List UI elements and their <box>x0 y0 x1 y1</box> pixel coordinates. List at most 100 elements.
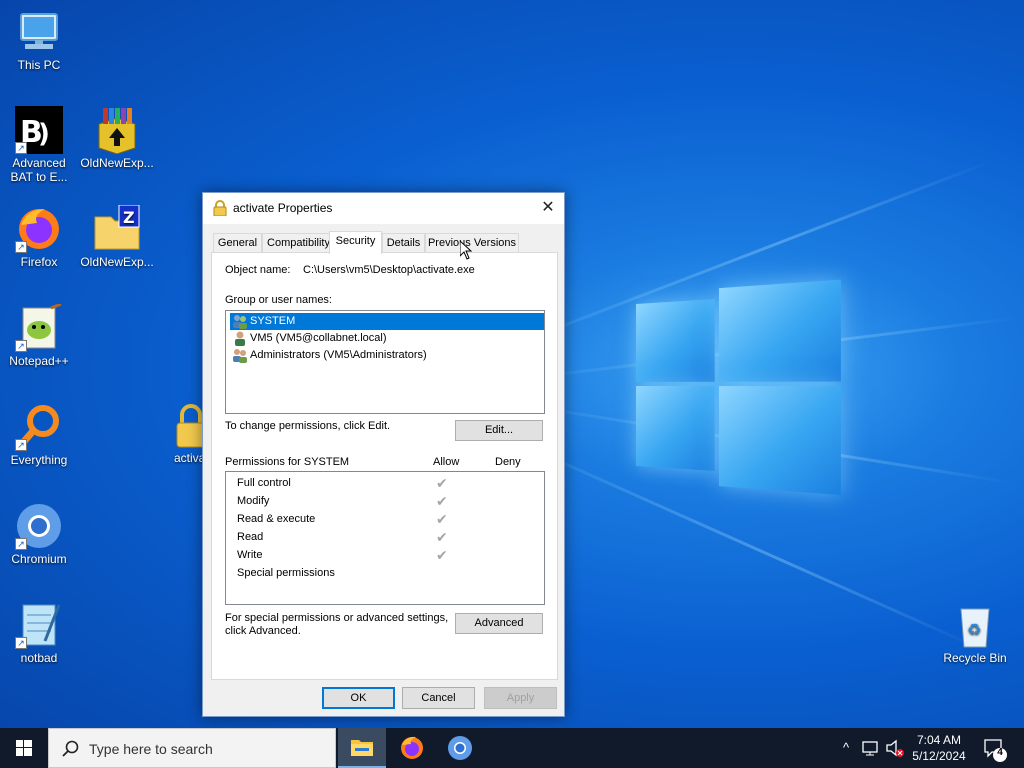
everything-search-icon: ↗ <box>15 403 63 451</box>
security-tab-page: Object name: C:\Users\vm5\Desktop\activa… <box>211 252 558 680</box>
svg-text:♻: ♻ <box>967 620 981 639</box>
list-item-user[interactable]: Administrators (VM5\Administrators) <box>230 347 427 364</box>
firefox-icon <box>401 736 423 759</box>
taskbar-file-explorer[interactable] <box>338 728 386 768</box>
advanced-hint-line2: click Advanced. <box>225 625 301 637</box>
computer-icon <box>15 8 63 56</box>
taskbar-chromium[interactable] <box>436 728 484 768</box>
desktop-icon-notepad-plus-plus[interactable]: ↗ Notepad++ <box>1 302 77 368</box>
permission-name: Modify <box>237 495 270 507</box>
notepad-icon: ↗ <box>15 601 63 649</box>
desktop-icon-label: This PC <box>17 58 61 72</box>
allow-check-icon: ✔ <box>436 511 448 527</box>
shortcut-arrow-icon: ↗ <box>15 439 27 451</box>
installer-box-icon <box>93 106 141 155</box>
taskbar: Type here to search ^ 7:04 AM 5/12/2024 … <box>0 728 1024 768</box>
desktop-icon-oldnewexplorer-archive[interactable]: Z OldNewExp... <box>79 204 155 269</box>
permissions-list[interactable]: Full control ✔ Modify ✔ Read & execute ✔… <box>225 471 545 605</box>
clock-date: 5/12/2024 <box>912 749 966 763</box>
change-permissions-text: To change permissions, click Edit. <box>225 420 391 432</box>
chromium-icon <box>448 736 472 760</box>
desktop-icon-label: notbad <box>20 651 58 665</box>
list-item-user[interactable]: VM5 (VM5@collabnet.local) <box>230 330 387 347</box>
permission-name: Write <box>237 549 263 561</box>
desktop-icon-firefox[interactable]: ↗ Firefox <box>1 205 77 269</box>
user-name: SYSTEM <box>250 315 296 327</box>
desktop-icon-recycle-bin[interactable]: ♻ Recycle Bin <box>937 601 1013 665</box>
object-name-value: C:\Users\vm5\Desktop\activate.exe <box>303 264 475 276</box>
desktop-icon-label: Advanced BAT to E... <box>10 156 68 184</box>
desktop-icon-this-pc[interactable]: This PC <box>1 8 77 72</box>
taskbar-clock[interactable]: 7:04 AM 5/12/2024 <box>902 732 976 764</box>
desktop-icon-label: OldNewExp... <box>80 156 154 170</box>
permission-name: Special permissions <box>237 567 335 579</box>
padlock-icon <box>213 200 227 217</box>
svg-text:Z: Z <box>123 208 135 227</box>
desktop-icon-label: Chromium <box>11 552 67 566</box>
users-group-icon <box>232 348 248 363</box>
desktop-icon-chromium[interactable]: ↗ Chromium <box>1 502 77 566</box>
close-button[interactable]: ✕ <box>532 193 564 224</box>
apply-button[interactable]: Apply <box>484 687 557 709</box>
clock-time: 7:04 AM <box>916 733 962 747</box>
allow-check-icon: ✔ <box>436 493 448 509</box>
user-name: Administrators (VM5\Administrators) <box>250 349 427 361</box>
svg-text:): ) <box>38 119 50 149</box>
permission-name: Read <box>237 531 264 543</box>
desktop-icon-label: Notepad++ <box>9 354 69 368</box>
tab-security[interactable]: Security <box>329 231 382 254</box>
taskbar-firefox[interactable] <box>388 728 436 768</box>
search-icon <box>61 740 79 758</box>
tab-details[interactable]: Details <box>382 233 425 253</box>
dialog-titlebar[interactable]: activate Properties ✕ <box>203 193 564 224</box>
start-button[interactable] <box>0 728 48 768</box>
object-name-label: Object name: <box>225 264 291 276</box>
permission-name: Full control <box>237 477 291 489</box>
list-item-user[interactable]: SYSTEM <box>230 313 544 330</box>
users-group-icon <box>232 314 248 329</box>
tray-overflow-chevron-icon[interactable]: ^ <box>838 728 854 768</box>
group-names-label: Group or user names: <box>225 294 332 306</box>
allow-check-icon: ✔ <box>436 475 448 491</box>
advanced-hint-line1: For special permissions or advanced sett… <box>225 612 449 624</box>
shortcut-arrow-icon: ↗ <box>15 637 27 649</box>
permissions-for-label: Permissions for SYSTEM <box>225 456 350 468</box>
user-icon <box>232 331 248 346</box>
firefox-icon: ↗ <box>15 205 63 253</box>
windows-logo-wallpaper <box>636 275 841 496</box>
edit-button[interactable]: Edit... <box>455 420 543 441</box>
desktop-icon-activate[interactable]: activa <box>158 403 206 465</box>
dialog-title: activate Properties <box>233 201 333 215</box>
recycle-bin-icon: ♻ <box>951 601 999 649</box>
allow-check-icon: ✔ <box>436 529 448 545</box>
group-user-listbox[interactable]: SYSTEM VM5 (VM5@collabnet.local) Adminis… <box>225 310 545 414</box>
notification-badge: 4 <box>997 747 1003 758</box>
windows-start-icon <box>16 740 32 756</box>
taskbar-search-box[interactable]: Type here to search <box>48 728 336 768</box>
desktop-icon-label: OldNewExp... <box>80 255 154 269</box>
search-placeholder: Type here to search <box>89 741 213 757</box>
shortcut-arrow-icon: ↗ <box>15 241 27 253</box>
shortcut-arrow-icon: ↗ <box>15 538 27 550</box>
desktop-icon-advanced-bat[interactable]: B) ↗ Advanced BAT to E... <box>1 106 77 184</box>
network-icon[interactable] <box>860 728 882 768</box>
tab-previous-versions[interactable]: Previous Versions <box>425 233 519 253</box>
shortcut-arrow-icon: ↗ <box>15 340 27 352</box>
zip-folder-icon: Z <box>93 204 141 253</box>
shortcut-arrow-icon: ↗ <box>15 142 27 154</box>
permission-name: Read & execute <box>237 513 316 525</box>
mouse-cursor-icon <box>459 239 473 260</box>
advanced-button[interactable]: Advanced <box>455 613 543 634</box>
user-name: VM5 (VM5@collabnet.local) <box>250 332 387 344</box>
desktop-icon-notbad[interactable]: ↗ notbad <box>1 601 77 665</box>
allow-column-header: Allow <box>433 456 460 468</box>
desktop-icon-everything[interactable]: ↗ Everything <box>1 403 77 467</box>
desktop-icon-label: Firefox <box>20 255 58 269</box>
chromium-icon: ↗ <box>15 502 63 550</box>
desktop-icon-oldnewexplorer-installer[interactable]: OldNewExp... <box>79 106 155 170</box>
notification-center-button[interactable]: 4 <box>980 728 1010 768</box>
tab-general[interactable]: General <box>213 233 262 253</box>
ok-button[interactable]: OK <box>322 687 395 709</box>
cancel-button[interactable]: Cancel <box>402 687 475 709</box>
tab-compatibility[interactable]: Compatibility <box>262 233 335 253</box>
